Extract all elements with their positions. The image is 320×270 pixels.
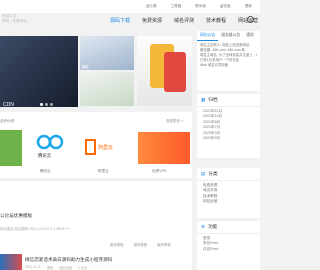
article-comments: 0 评论 xyxy=(77,266,88,270)
top-link[interactable]: 运行源 xyxy=(146,4,157,9)
folder-icon: ▤ xyxy=(201,171,206,176)
main-nav: 源码下载 免费资源 域名评测 技术教程 网站运营 xyxy=(110,17,258,24)
notice-line[interactable]: Web 域名引导页面 xyxy=(200,63,257,68)
top-links: 运行源 工具箱 联系我 留言板 更新 xyxy=(146,4,252,9)
partner-name: 阿里云 xyxy=(98,145,114,151)
tab-info[interactable]: 通知 xyxy=(243,31,257,41)
partner-logo[interactable]: 腾讯云 xyxy=(26,130,76,166)
article-title[interactable]: 公论坛优惠模板 xyxy=(0,213,32,219)
function-item[interactable]: 评论Feed xyxy=(203,247,254,252)
nav-item[interactable]: 技术教程 xyxy=(206,17,226,24)
gear-icon: ⚙ xyxy=(201,224,206,229)
logo-sub-line: 源码 - 查看网站 xyxy=(2,19,27,23)
nav-item[interactable]: 源码下载 xyxy=(110,17,130,24)
notice-tabs: 网站公告 服务器公告 通知 xyxy=(197,31,260,41)
hero-slider[interactable] xyxy=(0,36,78,107)
tag-link[interactable]: 服务教程 xyxy=(157,242,171,247)
top-link[interactable]: 留言板 xyxy=(220,4,231,9)
section-tag: 合作伙伴 xyxy=(0,119,15,123)
calendar-icon: ▦ xyxy=(201,97,206,102)
top-link[interactable]: 更新 xyxy=(245,4,252,9)
article-meta: 网站建站 网站源码 2021-10-19 0 0 1,089,6+++ xyxy=(0,227,71,231)
featured-thumb[interactable] xyxy=(80,72,134,106)
thumb-label: 解析 xyxy=(82,65,89,69)
site-logo[interactable]: 资源中文 源码 - 查看网站 xyxy=(2,14,27,24)
archive-item[interactable]: 2020年9月 xyxy=(203,136,254,141)
article-title[interactable]: 微信恋爱话术表白源码助力生成小程序源码 xyxy=(25,257,112,263)
phone-image xyxy=(164,52,186,92)
tab-server[interactable]: 服务器公告 xyxy=(218,31,243,41)
tag-link[interactable]: 服务教程 xyxy=(134,242,148,247)
slider-dot[interactable] xyxy=(45,103,48,106)
cloud-icon xyxy=(36,134,64,150)
tab-notice[interactable]: 网站公告 xyxy=(197,31,219,41)
more-link[interactable]: 查看更多 » xyxy=(166,119,183,124)
hero-title: CDN xyxy=(3,102,14,108)
category-item[interactable]: 网站运营 xyxy=(203,199,254,204)
search-icon[interactable] xyxy=(247,16,254,23)
category-title: 分类 xyxy=(208,171,218,176)
article-meta: 2021-11-11 源码 网站运营 0 评论 xyxy=(25,265,87,270)
archive-header: ▦ 归档 xyxy=(197,94,260,107)
archive-title: 归档 xyxy=(208,97,218,102)
partner-caption: 腾讯云 xyxy=(40,169,51,173)
category-box: ▤ 分类 免费资源 域名评测 技术教程 网站运营 xyxy=(197,168,260,218)
nav-item[interactable]: 免费资源 xyxy=(142,17,162,24)
top-link[interactable]: 工具箱 xyxy=(170,4,181,9)
archive-box: ▦ 归档 2021年11月 2021年10月 2021年8月 2021年7月 2… xyxy=(197,94,260,158)
article-tags: 服务教程 服务教程 服务教程 xyxy=(110,242,171,247)
slider-dot[interactable] xyxy=(40,103,43,106)
slider-dots xyxy=(40,103,53,106)
article-category[interactable]: 网站运营 xyxy=(59,265,72,270)
article-category[interactable]: 源码 xyxy=(47,265,53,270)
category-header: ▤ 分类 xyxy=(197,168,260,181)
partner-logo[interactable]: 阿里云 xyxy=(84,130,134,166)
partner-caption: 优质VPS xyxy=(152,169,167,173)
article-thumbnail[interactable] xyxy=(0,254,22,270)
partner-name: 腾讯云 xyxy=(38,153,52,158)
notice-box: 网站公告 服务器公告 通知 域名主站有人: 网站上线全新网站 服务器: 48K.… xyxy=(197,31,260,91)
featured-thumb[interactable]: 解析 xyxy=(80,36,134,70)
tag-link[interactable]: 服务教程 xyxy=(110,242,124,247)
function-title: 功能 xyxy=(208,224,218,229)
top-link[interactable]: 联系我 xyxy=(195,4,206,9)
partner-logo[interactable] xyxy=(138,132,190,164)
slider-dot[interactable] xyxy=(50,103,53,106)
partner-caption: 阿里云 xyxy=(98,169,109,173)
nav-item[interactable]: 域名评测 xyxy=(174,17,194,24)
function-header: ⚙ 功能 xyxy=(197,221,260,234)
partner-logo[interactable] xyxy=(0,130,22,166)
function-box: ⚙ 功能 登录 条目Feed 评论Feed xyxy=(197,221,260,270)
article-date: 2021-11-11 xyxy=(25,265,41,269)
